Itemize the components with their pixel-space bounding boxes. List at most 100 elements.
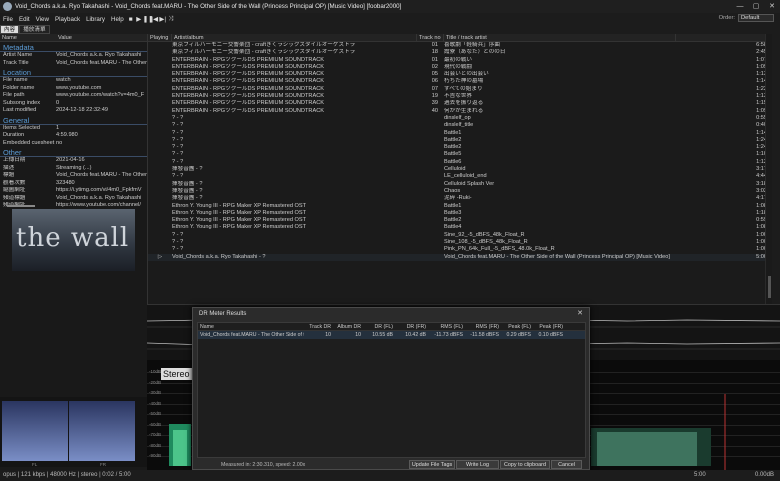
window-title: Void_Chords a.k.a. Ryo Takahashi - Void_…: [15, 3, 402, 10]
playlist-row[interactable]: Ethron Y. Young III - RPG Maker XP Remas…: [148, 217, 772, 224]
menu-edit[interactable]: Edit: [16, 16, 33, 23]
menu-view[interactable]: View: [33, 16, 52, 23]
scrollbar-thumb[interactable]: [768, 276, 771, 298]
property-row[interactable]: 描述 Streaming (...): [0, 165, 147, 173]
tab-playlists[interactable]: 播放清單: [19, 25, 50, 34]
dr-col-album-dr[interactable]: Album DR: [331, 323, 361, 330]
playlist-row[interactable]: ? - ? Battle6 1:12: [148, 159, 772, 166]
playlist-row[interactable]: ? - ? dinslelf_title 0:40: [148, 122, 772, 129]
close-button[interactable]: ✕: [764, 0, 780, 13]
panel-splitter[interactable]: [7, 205, 35, 207]
playlist-row[interactable]: ENTERBRAIN - RPGツクールDS PREMIUM SOUNDTRAC…: [148, 86, 772, 93]
maximize-button[interactable]: ▢: [748, 0, 764, 13]
dr-cell-rms-fl: -11.73 dBFS: [434, 332, 463, 338]
playlist-scrollbar[interactable]: [765, 34, 772, 304]
duration-cell: 0:55: [756, 114, 767, 121]
col-track-no[interactable]: Track no: [417, 34, 444, 41]
dr-col-rms-fl[interactable]: RMS (FL): [426, 323, 463, 330]
dr-col-peak-fl[interactable]: Peak (FL): [499, 323, 531, 330]
copy-to-clipboard-button[interactable]: Copy to clipboard: [500, 460, 550, 469]
title-cell: Celluloid: [444, 166, 466, 173]
property-row[interactable]: Embedded cuesheet no: [0, 140, 147, 148]
playlist-row[interactable]: Ethron Y. Young III - RPG Maker XP Remas…: [148, 210, 772, 217]
dialog-close-icon[interactable]: ✕: [577, 308, 583, 320]
update-file-tags-button[interactable]: Update File Tags: [409, 460, 455, 469]
dr-col-rms-fr[interactable]: RMS (FR): [463, 323, 499, 330]
property-value: Void_Chords a.k.a. Ryo Takahashi: [56, 194, 142, 201]
playlist-row[interactable]: ? - ? Battle2 1:24: [148, 144, 772, 151]
duration-cell: 1:14: [756, 129, 767, 136]
playlist-row[interactable]: 揮發音團 - ? Celluloid Splash Ver 3:18: [148, 181, 772, 188]
col-title[interactable]: Title / track artist: [444, 34, 676, 41]
playlist-row[interactable]: 東京フィルハーモニー交響楽団 - craftきくラシックスタイルオーケストラ 18…: [148, 49, 772, 56]
header-value[interactable]: Value: [56, 34, 72, 41]
write-log-button[interactable]: Write Log: [456, 460, 499, 469]
playlist-row[interactable]: ENTERBRAIN - RPGツクールDS PREMIUM SOUNDTRAC…: [148, 64, 772, 71]
random-icon[interactable]: ⤨: [167, 15, 175, 23]
property-row[interactable]: 標題 Void_Chords feat.MARU - The Other: [0, 172, 147, 180]
playlist-row[interactable]: ? - ? Battle1 1:14: [148, 130, 772, 137]
dr-col-dr-fl[interactable]: DR (FL): [361, 323, 393, 330]
playlist-row[interactable]: ? - ? dinslelf_op 0:55: [148, 115, 772, 122]
next-icon[interactable]: ▶|: [159, 15, 167, 23]
col-playing[interactable]: Playing: [148, 34, 172, 41]
playlist-row[interactable]: ? - ? Battle2 1:24: [148, 137, 772, 144]
property-row[interactable]: 上傳日期 2021-04-16: [0, 157, 147, 165]
playlist-row[interactable]: 揮發音團 - ? 泥碎 -Ruki- 4:17: [148, 195, 772, 202]
order-select[interactable]: Default: [738, 14, 774, 22]
dr-col-track-dr[interactable]: Track DR: [304, 323, 331, 330]
dr-results-table: Name Track DR Album DR DR (FL) DR (FR) R…: [197, 322, 586, 458]
property-row[interactable]: Artist Name Void_Chords a.k.a. Ryo Takaha…: [0, 52, 147, 60]
playlist-row[interactable]: ? - ? Sine_108_-5_dBFS_48k_Float_R 1:00: [148, 239, 772, 246]
previous-icon[interactable]: |◀: [151, 15, 159, 23]
playlist-row[interactable]: ? - ? Sine_92_-5_dBFS_48k_Float_R 1:00: [148, 232, 772, 239]
pause-icon[interactable]: ❚❚: [143, 15, 154, 23]
property-row[interactable]: Subsong index 0: [0, 100, 147, 108]
stop-icon[interactable]: ■: [127, 16, 135, 23]
menu-playback[interactable]: Playback: [52, 16, 83, 23]
playlist-row[interactable]: Ethron Y. Young III - RPG Maker XP Remas…: [148, 224, 772, 231]
volume-readout[interactable]: 0.00dB: [755, 470, 774, 481]
property-row[interactable]: Last modified 2024-12-18 22:32:49: [0, 107, 147, 115]
menu-library[interactable]: Library: [83, 16, 108, 23]
col-artist-album[interactable]: Artist/album: [172, 34, 417, 41]
dr-col-name[interactable]: Name: [198, 323, 304, 330]
property-row[interactable]: Items Selected 1: [0, 125, 147, 133]
property-row[interactable]: Duration 4:59.980: [0, 132, 147, 140]
playlist-row[interactable]: ENTERBRAIN - RPGツクールDS PREMIUM SOUNDTRAC…: [148, 78, 772, 85]
header-name[interactable]: Name: [0, 34, 56, 41]
property-row[interactable]: Track Title Void_Chords feat.MARU - The O…: [0, 60, 147, 68]
menu-file[interactable]: File: [0, 16, 16, 23]
playlist-row[interactable]: 東京フィルハーモニー交響楽団 - craftきくラシックスタイルオーケストラ 01…: [148, 42, 772, 49]
playlist-row[interactable]: ? - ? Pink_PN_64k_Full_-5_dBFS_48.0k_Floa…: [148, 246, 772, 253]
property-row[interactable]: 觀看次數 323480: [0, 180, 147, 188]
dr-col-dr-fr[interactable]: DR (FR): [393, 323, 426, 330]
dr-result-row[interactable]: Void_Chords feat.MARU - The Other Side o…: [198, 331, 585, 339]
property-row[interactable]: 頻道標題 Void_Chords a.k.a. Ryo Takahashi: [0, 195, 147, 203]
playlist-row[interactable]: ▷ Void_Chords a.k.a. Ryo Takahashi - ? Voi…: [148, 253, 772, 261]
minimize-button[interactable]: —: [732, 0, 748, 13]
playlist-row[interactable]: Ethron Y. Young III - RPG Maker XP Remas…: [148, 203, 772, 210]
playlist-row[interactable]: ENTERBRAIN - RPGツクールDS PREMIUM SOUNDTRAC…: [148, 93, 772, 100]
playlist-row[interactable]: ENTERBRAIN - RPGツクールDS PREMIUM SOUNDTRAC…: [148, 100, 772, 107]
property-row[interactable]: File path www.youtube.com/watch?v=4m0_F: [0, 92, 147, 100]
col-duration[interactable]: [676, 34, 766, 41]
property-row[interactable]: Folder name www.youtube.com: [0, 85, 147, 93]
playlist-row[interactable]: ENTERBRAIN - RPGツクールDS PREMIUM SOUNDTRAC…: [148, 57, 772, 64]
title-cell: 過去を振り返る: [444, 100, 484, 107]
property-row[interactable]: File name watch: [0, 77, 147, 85]
playlist-row[interactable]: ENTERBRAIN - RPGツクールDS PREMIUM SOUNDTRAC…: [148, 71, 772, 78]
cancel-button[interactable]: Cancel: [551, 460, 582, 469]
playlist-row[interactable]: 揮發音團 - ? Celluloid 3:17: [148, 166, 772, 173]
playlist-row[interactable]: 揮發音團 - ? Chaos 3:02: [148, 188, 772, 195]
property-row[interactable]: 縮圖網址 https://i.ytimg.com/vi/4m0_FpkfmV: [0, 187, 147, 195]
playlist-row[interactable]: ENTERBRAIN - RPGツクールDS PREMIUM SOUNDTRAC…: [148, 108, 772, 115]
tab-properties[interactable]: 內容: [0, 25, 20, 34]
property-name: Embedded cuesheet: [3, 139, 55, 146]
dr-col-peak-fr[interactable]: Peak (FR): [531, 323, 563, 330]
playlist-header: Playing Artist/album Track no Title / tr…: [148, 34, 772, 42]
playlist-row[interactable]: ? - ? LE_celluloid_end 4:44: [148, 173, 772, 180]
playlist-row[interactable]: ? - ? Battle5 1:10: [148, 151, 772, 158]
menu-help[interactable]: Help: [108, 16, 127, 23]
play-icon[interactable]: ▶: [135, 15, 143, 23]
